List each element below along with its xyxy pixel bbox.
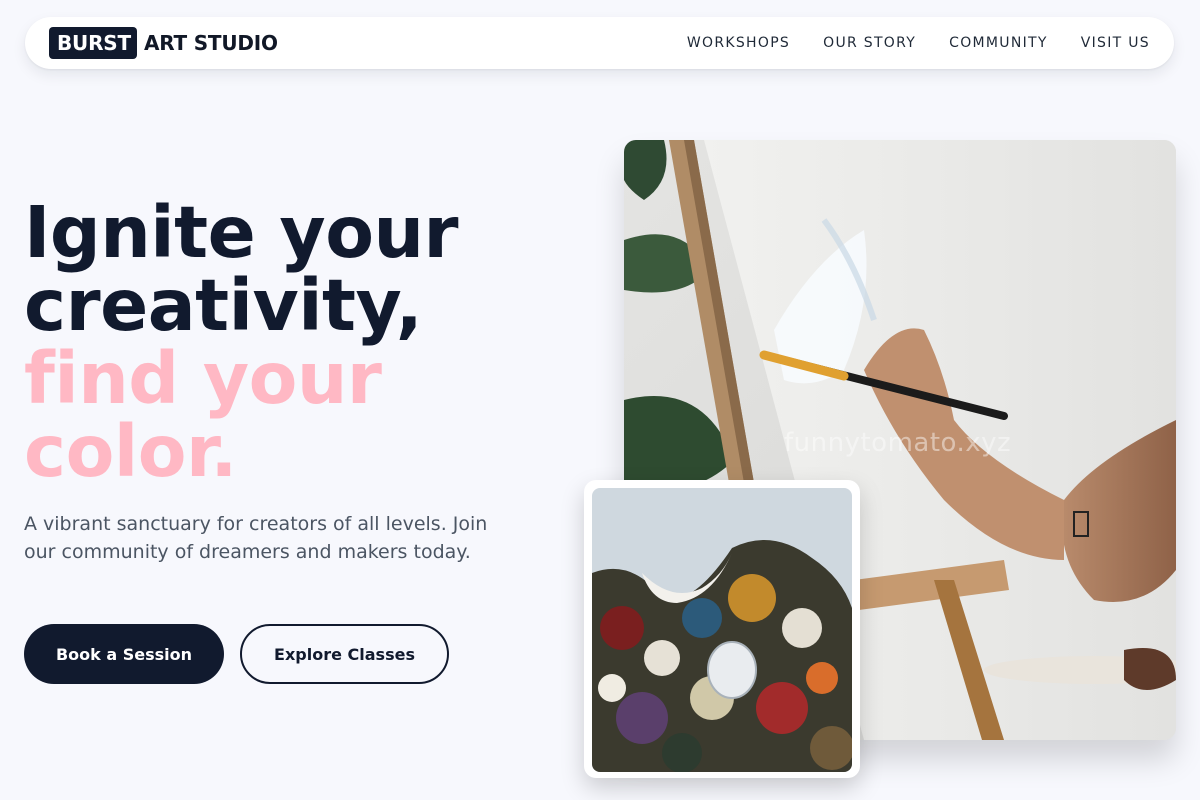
headline-line-3: find your xyxy=(24,337,382,420)
headline-line-2: creativity, xyxy=(24,264,423,347)
nav-link-workshops[interactable]: WORKSHOPS xyxy=(687,35,790,51)
palette-photo xyxy=(592,488,852,772)
brand-name: ART STUDIO xyxy=(143,31,278,55)
brand-logo[interactable]: BURST ART STUDIO xyxy=(49,27,278,59)
hero-headline: Ignite your creativity, find your color. xyxy=(24,196,584,488)
nav-link-visit-us[interactable]: VISIT US xyxy=(1081,35,1150,51)
hero-subtitle: A vibrant sanctuary for creators of all … xyxy=(24,513,488,563)
headline-line-1: Ignite your xyxy=(24,191,459,274)
headline-line-4: color. xyxy=(24,410,237,493)
image-watermark: funnytomato.xyz xyxy=(784,428,1012,458)
nav-link-community[interactable]: COMMUNITY xyxy=(949,35,1048,51)
nav-link-our-story[interactable]: OUR STORY xyxy=(823,35,916,51)
palette-photo-card xyxy=(584,480,860,778)
book-session-button[interactable]: Book a Session xyxy=(24,624,224,684)
nav-links: WORKSHOPS OUR STORY COMMUNITY VISIT US xyxy=(654,35,1150,51)
top-navbar: BURST ART STUDIO WORKSHOPS OUR STORY COM… xyxy=(25,17,1174,69)
brand-badge: BURST xyxy=(49,27,137,59)
explore-classes-button[interactable]: Explore Classes xyxy=(240,624,449,684)
